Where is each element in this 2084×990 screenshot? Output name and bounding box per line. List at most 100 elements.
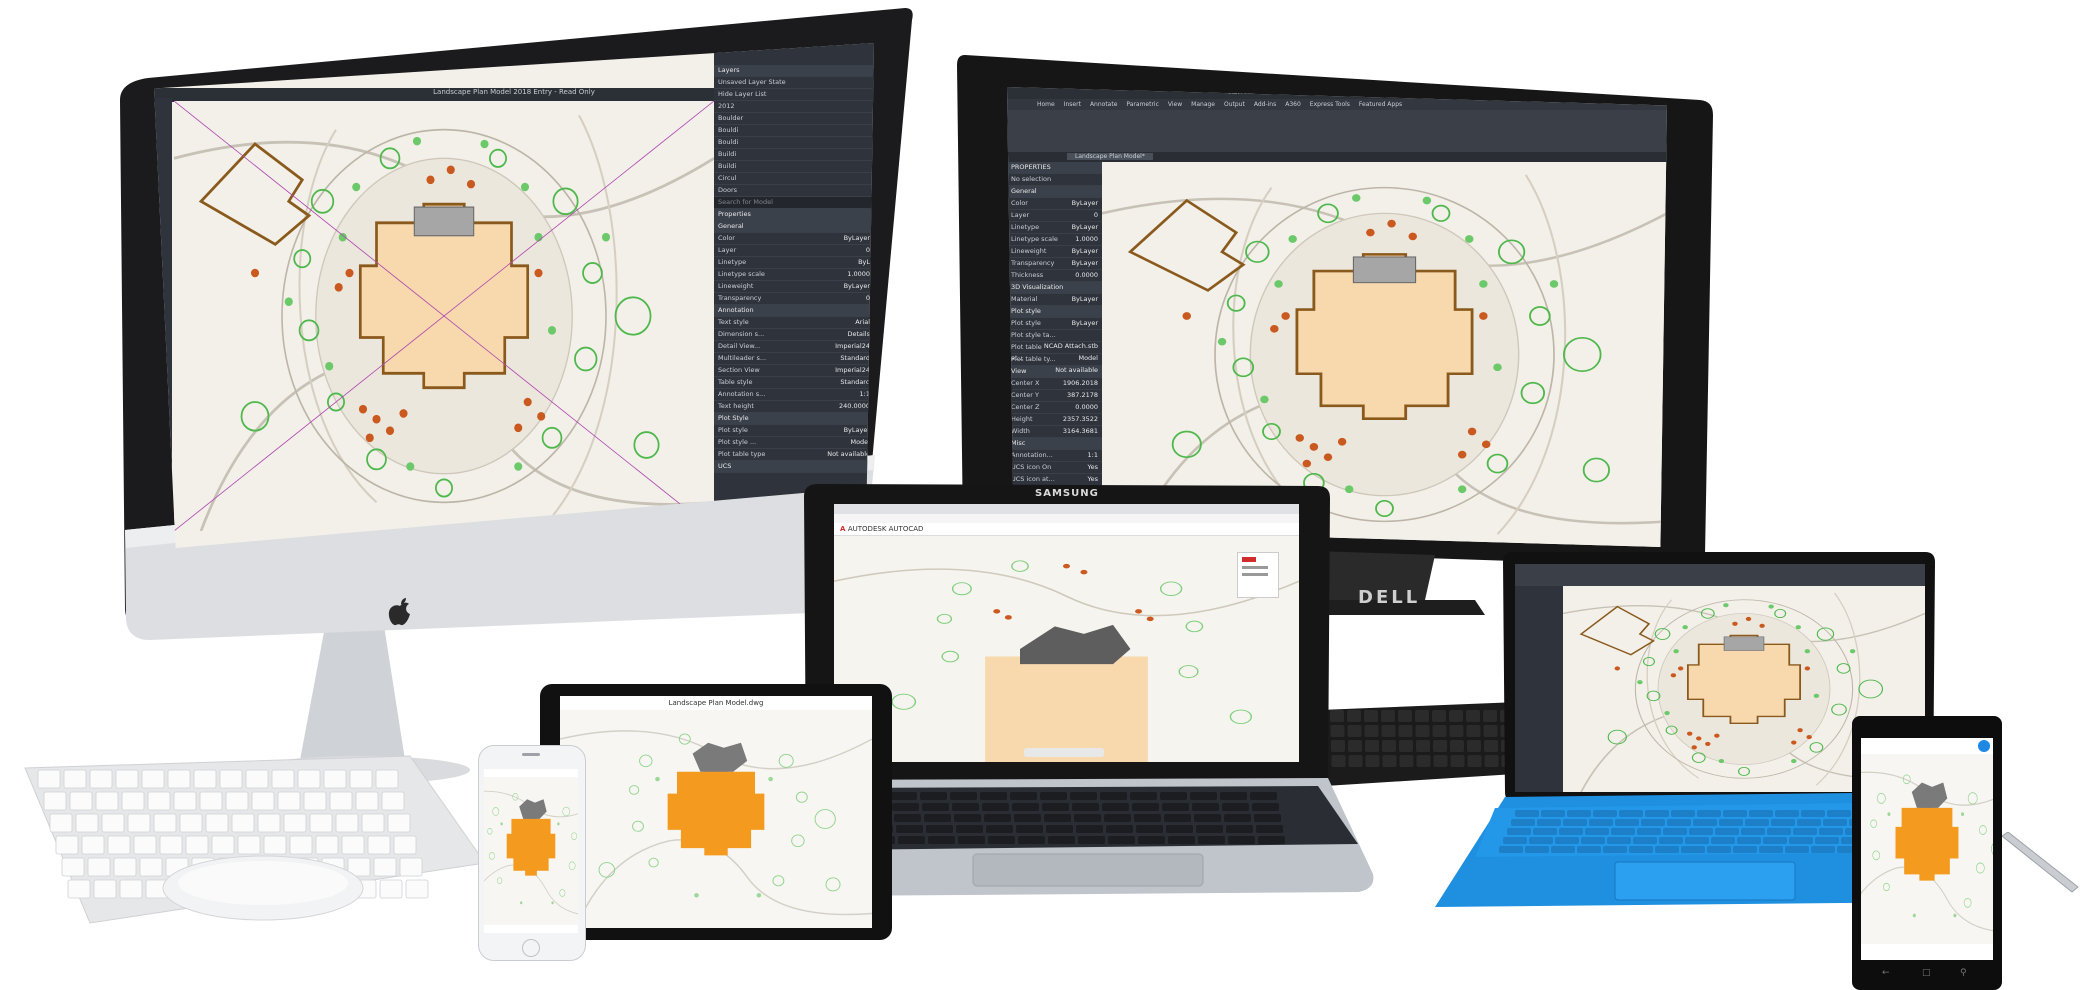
imac-property-key: Multileader s... <box>718 354 767 362</box>
dell-ribbon-tab[interactable]: Output <box>1224 101 1245 108</box>
iphone-toolbar[interactable] <box>484 925 578 933</box>
key <box>1655 846 1679 853</box>
imac-layer-item[interactable]: Doors <box>714 185 874 197</box>
imac-layer-item[interactable]: 2012 <box>714 101 874 113</box>
dell-property-key: Plot style <box>1011 307 1041 315</box>
key <box>405 879 429 899</box>
winphone-drawing-canvas[interactable] <box>1861 754 1993 944</box>
dell-property-row[interactable]: Center X 1906.2018 <box>1007 378 1102 390</box>
dell-property-row[interactable]: 3D Visualization <box>1007 282 1102 294</box>
dell-property-row[interactable]: Center Z 0.0000 <box>1007 402 1102 414</box>
imac-property-row[interactable]: Color ByLayer <box>714 233 874 245</box>
imac-property-row[interactable]: UCS <box>714 461 874 473</box>
dell-property-row[interactable]: Width 3164.3681 <box>1007 426 1102 438</box>
dell-property-row[interactable]: Material ByLayer <box>1007 294 1102 306</box>
imac-property-row[interactable]: Transparency 0 <box>714 293 874 305</box>
key <box>1815 837 1839 844</box>
ipad-header: Landscape Plan Model.dwg <box>560 696 872 710</box>
imac-property-key: Text style <box>718 318 749 326</box>
winphone-nav-buttons[interactable]: ← □ ⚲ <box>1882 968 1972 978</box>
winphone-fab-icon[interactable] <box>1978 740 1990 752</box>
imac-property-row[interactable]: Multileader s... Standard <box>714 353 874 365</box>
key <box>1515 810 1539 817</box>
dell-ribbon-tab[interactable]: Insert <box>1064 101 1081 108</box>
imac-property-row[interactable]: Section View Imperial24 <box>714 365 874 377</box>
imac-layer-item[interactable]: Buildi <box>714 149 874 161</box>
ipad-drawing-canvas[interactable] <box>560 710 872 928</box>
dell-ribbon-tab[interactable]: Annotate <box>1090 101 1117 108</box>
imac-property-row[interactable]: Plot Style <box>714 413 874 425</box>
winphone-toolbar[interactable] <box>1861 944 1993 960</box>
imac-property-row[interactable]: Annotation <box>714 305 874 317</box>
key <box>1577 846 1601 853</box>
imac-property-row[interactable]: Text height 240.0000 <box>714 401 874 413</box>
key <box>1827 810 1851 817</box>
imac-layer-list: Unsaved Layer State Hide Layer List 2012 Bo… <box>714 77 874 197</box>
dell-property-row[interactable]: Layer 0 <box>1007 210 1102 222</box>
imac-property-row[interactable]: Lineweight ByLayer <box>714 281 874 293</box>
dell-property-row[interactable]: Transparency ByLayer <box>1007 258 1102 270</box>
imac-property-row[interactable]: Text style Arial <box>714 317 874 329</box>
dell-property-row[interactable]: Thickness 0.0000 <box>1007 270 1102 282</box>
key <box>245 769 269 789</box>
dell-ribbon-tab[interactable]: Manage <box>1191 101 1215 108</box>
dell-property-row[interactable]: Annotation... 1:1 <box>1007 450 1102 462</box>
imac-property-row[interactable]: Layer 0 <box>714 245 874 257</box>
imac-search-field[interactable]: Search for Model <box>714 197 874 209</box>
dell-property-row[interactable]: Color ByLayer <box>1007 198 1102 210</box>
imac-layer-item[interactable]: Hide Layer List <box>714 89 874 101</box>
dell-property-row[interactable]: General <box>1007 186 1102 198</box>
dell-property-row[interactable]: Center Y 387.2178 <box>1007 390 1102 402</box>
dell-ribbon-tab[interactable]: Home <box>1037 101 1055 108</box>
iphone-drawing-canvas[interactable] <box>484 777 578 925</box>
imac-property-row[interactable]: Plot style ... Model <box>714 437 874 449</box>
imac-drawing-canvas[interactable] <box>174 101 714 531</box>
key <box>1593 810 1617 817</box>
imac-property-row[interactable]: Detail View... Imperial24 <box>714 341 874 353</box>
dell-file-tab[interactable]: Landscape Plan Model* <box>1067 153 1153 160</box>
key <box>257 813 281 833</box>
imac-property-row[interactable]: Plot table type Not available <box>714 449 874 461</box>
imac-layer-item[interactable]: Boulder <box>714 113 874 125</box>
dell-property-value: 2357.3522 <box>1062 415 1098 423</box>
dell-ribbon-tab[interactable]: Add-ins <box>1254 101 1276 108</box>
imac-property-row[interactable]: Plot style ByLayer <box>714 425 874 437</box>
dell-ribbon-tab[interactable]: View <box>1168 101 1182 108</box>
dell-property-row[interactable]: Plot style ByLayer <box>1007 318 1102 330</box>
imac-property-row[interactable]: Annotation s... 1:1 <box>714 389 874 401</box>
dell-property-row[interactable]: Misc <box>1007 438 1102 450</box>
imac-property-row[interactable]: Linetype scale 1.0000 <box>714 269 874 281</box>
dell-property-row[interactable]: Linetype ByLayer <box>1007 222 1102 234</box>
dell-ribbon-tab[interactable]: Parametric <box>1126 101 1159 108</box>
dell-property-key: Width <box>1011 427 1030 435</box>
iphone-home-button[interactable] <box>522 939 540 957</box>
imac-layer-item[interactable]: Unsaved Layer State <box>714 77 874 89</box>
dell-property-row[interactable]: Plot style <box>1007 306 1102 318</box>
imac-screen: Landscape Plan Model 2018 Entry - Read O… <box>154 43 874 548</box>
imac-property-row[interactable]: Table style Standard <box>714 377 874 389</box>
laptop-drawing-canvas[interactable] <box>834 536 1299 762</box>
dell-property-row[interactable]: Lineweight ByLayer <box>1007 246 1102 258</box>
imac-layer-item[interactable]: Circul <box>714 173 874 185</box>
dell-property-row[interactable]: Height 2357.3522 <box>1007 414 1102 426</box>
imac-layer-item[interactable]: Bouldi <box>714 137 874 149</box>
dell-property-row[interactable]: UCS icon On Yes <box>1007 462 1102 474</box>
laptop-bottom-toolbar[interactable] <box>1024 748 1104 757</box>
dell-ribbon-tab[interactable]: Express Tools <box>1310 101 1350 108</box>
dell-property-key: Linetype scale <box>1011 235 1058 243</box>
imac-property-row[interactable]: Dimension s... Details <box>714 329 874 341</box>
dell-property-row[interactable]: Plot style ta... NCAD Attach.stb <box>1007 330 1102 350</box>
imac-property-row[interactable]: Linetype ByL <box>714 257 874 269</box>
key <box>93 879 117 899</box>
dell-ribbon-tab[interactable]: A360 <box>1285 101 1301 108</box>
imac-property-row[interactable]: General <box>714 221 874 233</box>
dell-property-row[interactable]: Linetype scale 1.0000 <box>1007 234 1102 246</box>
dell-no-selection[interactable]: No selection <box>1007 174 1102 186</box>
key <box>958 836 985 844</box>
imac-layer-item[interactable]: Bouldi <box>714 125 874 137</box>
imac-property-key: Plot style ... <box>718 438 757 446</box>
dell-ribbon-tab[interactable]: Featured Apps <box>1359 101 1402 108</box>
key <box>199 791 223 811</box>
ipad-title: Landscape Plan Model.dwg <box>668 699 764 707</box>
imac-layer-item[interactable]: Buildi <box>714 161 874 173</box>
